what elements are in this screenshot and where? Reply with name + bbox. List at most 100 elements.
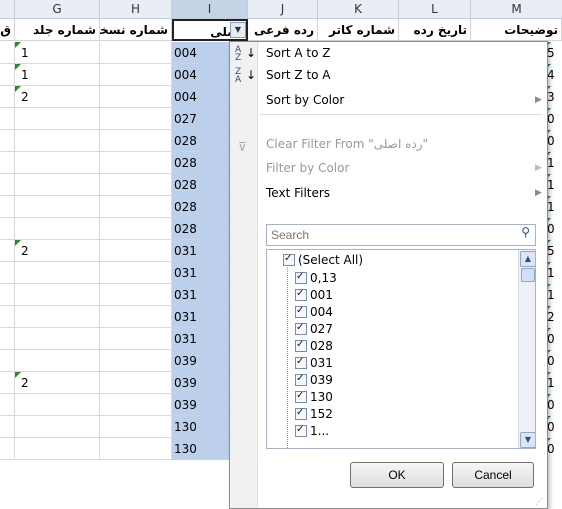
cell-copy-number[interactable] — [100, 240, 172, 262]
cell-volume-number[interactable] — [15, 218, 100, 240]
checkbox-icon[interactable] — [295, 286, 307, 302]
filter-value-option[interactable]: 152 — [295, 405, 333, 422]
cell-partial[interactable] — [0, 196, 15, 218]
cell-partial[interactable] — [0, 152, 15, 174]
checkbox-icon[interactable] — [295, 269, 307, 285]
header-copy-number[interactable]: شماره نسخه — [100, 19, 172, 41]
cell-partial[interactable] — [0, 42, 15, 64]
cell-partial[interactable] — [0, 416, 15, 438]
filter-value-option[interactable]: 0,13 — [295, 269, 337, 286]
column-header-partial[interactable] — [0, 0, 15, 19]
cell-copy-number[interactable] — [100, 174, 172, 196]
checkbox-icon[interactable] — [295, 303, 307, 319]
checkbox-icon[interactable] — [295, 422, 307, 438]
cell-copy-number[interactable] — [100, 42, 172, 64]
cell-partial[interactable] — [0, 262, 15, 284]
scrollbar-thumb[interactable] — [521, 268, 535, 282]
cell-volume-number[interactable] — [15, 262, 100, 284]
header-sub-class[interactable]: رده فرعی — [248, 19, 318, 41]
cell-volume-number[interactable] — [15, 438, 100, 460]
header-cutter-number[interactable]: شماره کاتر — [318, 19, 399, 41]
cell-volume-number[interactable]: 1 — [15, 64, 100, 86]
cell-volume-number[interactable] — [15, 328, 100, 350]
column-header-j[interactable]: J — [248, 0, 318, 19]
checkbox-icon[interactable] — [295, 337, 307, 353]
filter-value-option[interactable]: 130 — [295, 388, 333, 405]
cell-copy-number[interactable] — [100, 284, 172, 306]
filter-value-option[interactable]: 039 — [295, 371, 333, 388]
checkbox-icon[interactable] — [283, 251, 295, 267]
text-filters-item[interactable]: Text Filters — [266, 182, 330, 204]
cell-copy-number[interactable] — [100, 416, 172, 438]
cell-partial[interactable] — [0, 284, 15, 306]
cell-volume-number[interactable] — [15, 284, 100, 306]
header-notes[interactable]: توضیحات — [471, 19, 562, 41]
filter-search-box[interactable]: ⚲ — [266, 224, 536, 246]
filter-value-option[interactable]: 028 — [295, 337, 333, 354]
cell-volume-number[interactable] — [15, 174, 100, 196]
cell-volume-number[interactable] — [15, 152, 100, 174]
cancel-button[interactable]: Cancel — [452, 462, 534, 488]
cell-partial[interactable] — [0, 394, 15, 416]
cell-volume-number[interactable] — [15, 196, 100, 218]
cell-volume-number[interactable] — [15, 350, 100, 372]
clear-filter-item[interactable]: Clear Filter From "رده اصلی" — [266, 133, 428, 155]
select-all-option[interactable]: (Select All) — [283, 251, 363, 268]
cell-partial[interactable] — [0, 64, 15, 86]
cell-copy-number[interactable] — [100, 152, 172, 174]
cell-copy-number[interactable] — [100, 196, 172, 218]
cell-partial[interactable] — [0, 174, 15, 196]
filter-value-option[interactable]: 1... — [295, 422, 329, 439]
cell-volume-number[interactable]: 2 — [15, 372, 100, 394]
resize-grip-icon[interactable]: ⋰ — [535, 497, 544, 506]
cell-copy-number[interactable] — [100, 372, 172, 394]
filter-values-list[interactable]: (Select All) 0,13 001 004 027 028 031 039 130 15… — [266, 249, 536, 449]
checkbox-icon[interactable] — [295, 371, 307, 387]
cell-copy-number[interactable] — [100, 108, 172, 130]
cell-partial[interactable] — [0, 240, 15, 262]
filter-value-option[interactable]: 001 — [295, 286, 333, 303]
cell-volume-number[interactable] — [15, 394, 100, 416]
list-scrollbar[interactable]: ▲ ▼ — [518, 250, 535, 448]
column-header-m[interactable]: M — [471, 0, 562, 19]
ok-button[interactable]: OK — [350, 462, 444, 488]
column-header-g[interactable]: G — [15, 0, 100, 19]
cell-partial[interactable] — [0, 108, 15, 130]
header-class-date[interactable]: تاریخ رده — [399, 19, 471, 41]
cell-copy-number[interactable] — [100, 306, 172, 328]
cell-copy-number[interactable] — [100, 130, 172, 152]
cell-partial[interactable] — [0, 372, 15, 394]
sort-by-color-item[interactable]: Sort by Color — [266, 89, 344, 111]
column-header-i[interactable]: I — [172, 0, 248, 19]
cell-volume-number[interactable] — [15, 416, 100, 438]
cell-partial[interactable] — [0, 350, 15, 372]
column-header-l[interactable]: L — [399, 0, 471, 19]
column-header-k[interactable]: K — [318, 0, 399, 19]
cell-partial[interactable] — [0, 328, 15, 350]
header-partial[interactable]: ق — [0, 19, 15, 41]
filter-value-option[interactable]: 004 — [295, 303, 333, 320]
cell-copy-number[interactable] — [100, 438, 172, 460]
filter-search-input[interactable] — [267, 225, 513, 245]
checkbox-icon[interactable] — [295, 320, 307, 336]
cell-partial[interactable] — [0, 86, 15, 108]
cell-copy-number[interactable] — [100, 262, 172, 284]
cell-copy-number[interactable] — [100, 328, 172, 350]
cell-copy-number[interactable] — [100, 394, 172, 416]
cell-volume-number[interactable] — [15, 306, 100, 328]
cell-volume-number[interactable]: 1 — [15, 42, 100, 64]
filter-value-option[interactable]: 031 — [295, 354, 333, 371]
checkbox-icon[interactable] — [295, 405, 307, 421]
checkbox-icon[interactable] — [295, 388, 307, 404]
column-header-h[interactable]: H — [100, 0, 172, 19]
cell-volume-number[interactable]: 2 — [15, 240, 100, 262]
cell-volume-number[interactable]: 2 — [15, 86, 100, 108]
filter-value-option[interactable]: 027 — [295, 320, 333, 337]
cell-copy-number[interactable] — [100, 64, 172, 86]
checkbox-icon[interactable] — [295, 354, 307, 370]
cell-partial[interactable] — [0, 218, 15, 240]
scroll-down-icon[interactable]: ▼ — [520, 432, 535, 448]
filter-dropdown-button[interactable]: ▼ — [230, 22, 246, 38]
scroll-up-icon[interactable]: ▲ — [520, 251, 535, 267]
cell-partial[interactable] — [0, 130, 15, 152]
